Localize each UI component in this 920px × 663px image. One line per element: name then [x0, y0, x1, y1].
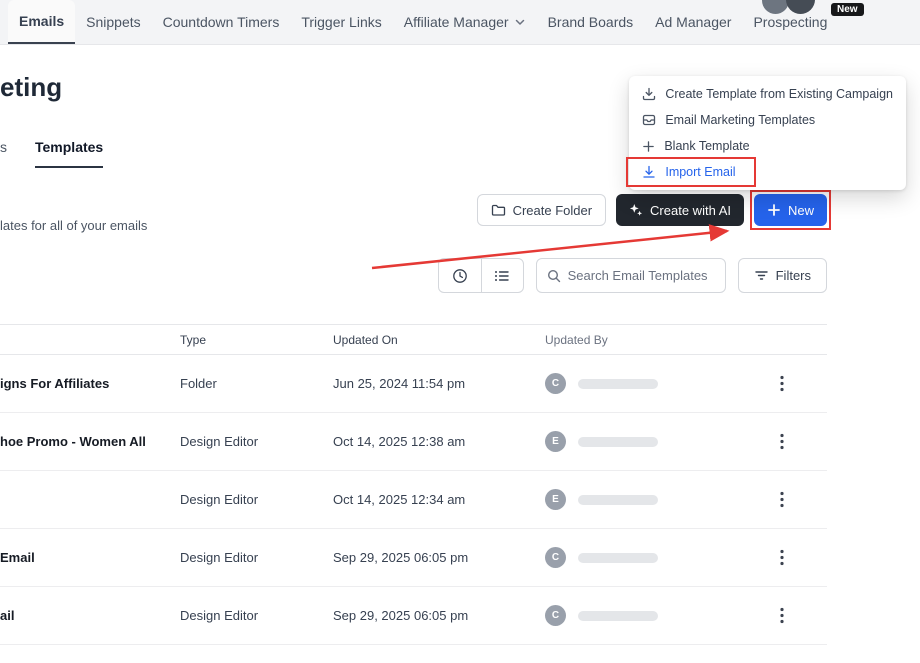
search-box — [536, 258, 726, 293]
templates-table: Type Updated On Updated By igns For Affi… — [0, 324, 827, 645]
updated-on: Jun 25, 2024 11:54 pm — [333, 376, 545, 391]
menu-item-label: Create Template from Existing Campaign — [665, 87, 893, 101]
menu-item-email-marketing-templates[interactable]: Email Marketing Templates — [629, 107, 906, 133]
user-initial-avatar: C — [545, 373, 566, 394]
top-nav-item-brand-boards[interactable]: Brand Boards — [537, 0, 645, 44]
template-name: ail — [0, 608, 180, 623]
menu-item-label: Blank Template — [664, 139, 749, 153]
new-button[interactable]: New — [754, 194, 827, 226]
template-type: Folder — [180, 376, 333, 391]
sparkles-icon — [629, 203, 643, 217]
menu-item-label: Email Marketing Templates — [665, 113, 815, 127]
top-nav-item-label: Affiliate Manager — [404, 14, 509, 30]
template-type: Design Editor — [180, 608, 333, 623]
redacted-username — [578, 379, 658, 389]
list-icon — [494, 268, 510, 284]
top-nav-item-trigger-links[interactable]: Trigger Links — [290, 0, 392, 44]
header-updated-by: Updated By — [545, 333, 737, 347]
create-folder-button[interactable]: Create Folder — [477, 194, 606, 226]
template-name: hoe Promo - Women All — [0, 434, 180, 449]
menu-item-create-template-from-existing-campaign[interactable]: Create Template from Existing Campaign — [629, 81, 906, 107]
create-folder-label: Create Folder — [513, 203, 592, 218]
template-type: Design Editor — [180, 550, 333, 565]
user-initial-avatar: E — [545, 489, 566, 510]
top-nav-item-affiliate-manager[interactable]: Affiliate Manager — [393, 0, 537, 44]
user-initial-avatar: C — [545, 605, 566, 626]
view-toggle — [438, 258, 524, 293]
menu-item-import-email[interactable]: Import Email — [629, 159, 906, 185]
top-nav-item-emails[interactable]: Emails — [8, 0, 75, 44]
table-row[interactable]: hoe Promo - Women All Design Editor Oct … — [0, 413, 827, 471]
create-with-ai-label: Create with AI — [650, 203, 731, 218]
updated-on: Sep 29, 2025 06:05 pm — [333, 550, 545, 565]
updated-by: C — [545, 373, 737, 394]
redacted-username — [578, 553, 658, 563]
table-row[interactable]: Email Design Editor Sep 29, 2025 06:05 p… — [0, 529, 827, 587]
tab-templates[interactable]: Templates — [35, 139, 103, 168]
template-name: igns For Affiliates — [0, 376, 180, 391]
list-view-button[interactable] — [481, 259, 523, 292]
top-nav: Emails Snippets Countdown Timers Trigger… — [0, 0, 920, 45]
redacted-username — [578, 437, 658, 447]
updated-by: C — [545, 605, 737, 626]
tab-campaigns-fragment[interactable]: s — [0, 139, 7, 168]
row-menu-button[interactable] — [768, 370, 796, 398]
create-with-ai-button[interactable]: Create with AI — [616, 194, 744, 226]
updated-on: Sep 29, 2025 06:05 pm — [333, 608, 545, 623]
row-menu-button[interactable] — [768, 544, 796, 572]
row-menu-button[interactable] — [768, 486, 796, 514]
top-nav-item-snippets[interactable]: Snippets — [75, 0, 151, 44]
import-download-icon — [642, 165, 656, 179]
templates-toolbar: Filters — [0, 258, 827, 293]
table-header: Type Updated On Updated By — [0, 324, 827, 355]
page-tabs: s Templates — [0, 139, 103, 168]
new-badge: New — [831, 3, 864, 16]
plus-icon — [767, 203, 781, 217]
updated-by: E — [545, 489, 737, 510]
new-button-label: New — [788, 203, 814, 218]
recent-view-button[interactable] — [439, 259, 481, 292]
header-updated-on: Updated On — [333, 333, 545, 347]
template-name: Email — [0, 550, 180, 565]
updated-on: Oct 14, 2025 12:34 am — [333, 492, 545, 507]
top-nav-item-ad-manager[interactable]: Ad Manager — [644, 0, 742, 44]
top-nav-item-countdown-timers[interactable]: Countdown Timers — [152, 0, 291, 44]
download-tray-icon — [642, 87, 656, 101]
table-row[interactable]: ail Design Editor Sep 29, 2025 06:05 pm … — [0, 587, 827, 645]
new-dropdown-menu: Create Template from Existing Campaign E… — [629, 76, 906, 190]
plus-icon — [642, 140, 655, 153]
table-row[interactable]: igns For Affiliates Folder Jun 25, 2024 … — [0, 355, 827, 413]
actions-row: Create Folder Create with AI New — [0, 194, 827, 226]
chevron-down-icon — [514, 15, 526, 31]
search-input[interactable] — [568, 268, 715, 283]
templates-icon — [642, 113, 656, 127]
search-icon — [547, 269, 561, 283]
user-initial-avatar: C — [545, 547, 566, 568]
page-title: eting — [0, 72, 62, 103]
folder-icon — [491, 203, 506, 218]
redacted-username — [578, 611, 658, 621]
row-menu-button[interactable] — [768, 428, 796, 456]
redacted-username — [578, 495, 658, 505]
clock-icon — [452, 268, 468, 284]
updated-by: E — [545, 431, 737, 452]
menu-item-blank-template[interactable]: Blank Template — [629, 133, 906, 159]
row-menu-button[interactable] — [768, 602, 796, 630]
updated-on: Oct 14, 2025 12:38 am — [333, 434, 545, 449]
filter-icon — [754, 268, 769, 283]
user-initial-avatar: E — [545, 431, 566, 452]
filters-label: Filters — [776, 268, 811, 283]
template-type: Design Editor — [180, 434, 333, 449]
table-row[interactable]: Design Editor Oct 14, 2025 12:34 am E — [0, 471, 827, 529]
template-type: Design Editor — [180, 492, 333, 507]
filters-button[interactable]: Filters — [738, 258, 827, 293]
menu-item-label: Import Email — [665, 165, 735, 179]
updated-by: C — [545, 547, 737, 568]
header-type: Type — [180, 333, 333, 347]
